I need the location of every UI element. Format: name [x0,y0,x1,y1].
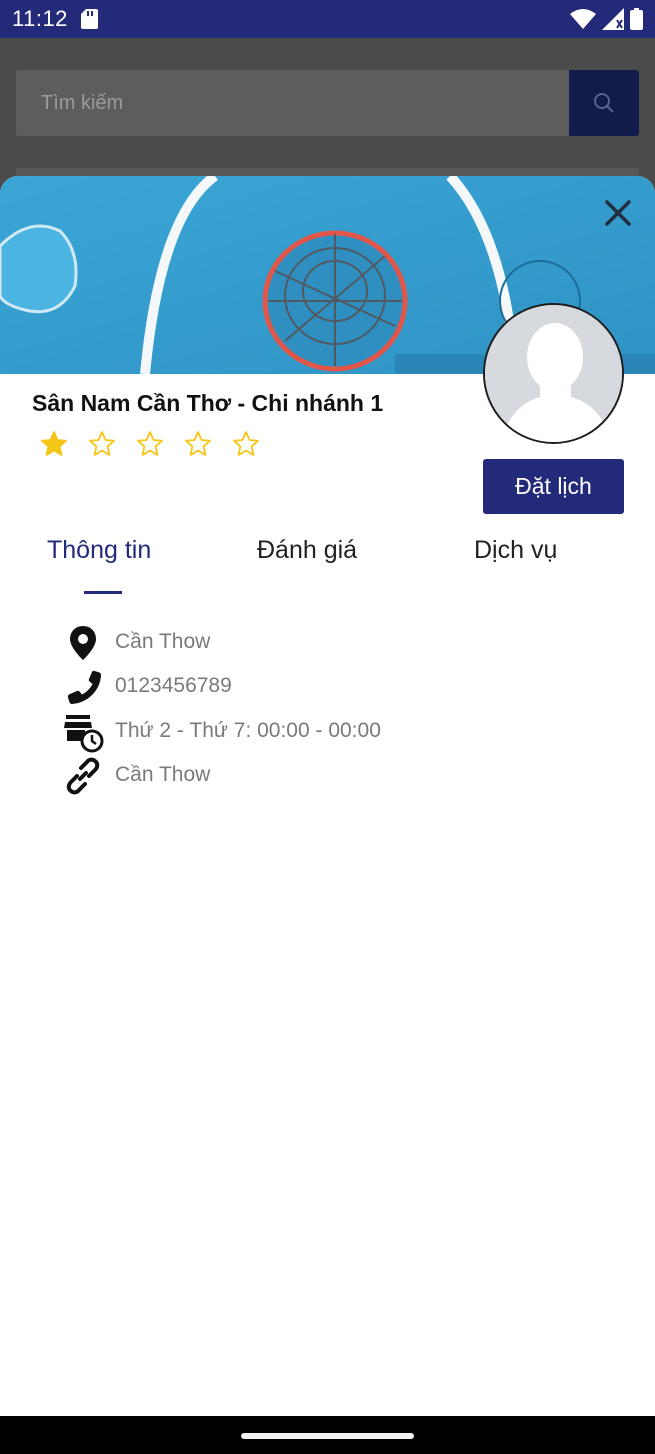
navigation-bar [0,1416,655,1454]
sd-card-icon [81,9,98,29]
tab-reviews[interactable]: Đánh giá [257,536,357,565]
star-empty-icon[interactable] [232,430,260,458]
rating-stars [40,430,260,458]
status-time: 11:12 [12,6,68,31]
active-tab-indicator [84,591,122,594]
search-button[interactable] [569,70,639,136]
info-row-phone: 0123456789 [0,666,655,710]
book-button[interactable]: Đặt lịch [483,459,624,514]
tab-info[interactable]: Thông tin [47,536,151,565]
info-address-text: Cần Thow [115,630,211,653]
wifi-icon [570,9,596,29]
info-row-link: Cần Thow [0,755,655,799]
avatar [483,303,624,444]
battery-icon [630,8,643,30]
star-filled-icon[interactable] [40,430,68,458]
status-icons [570,8,643,30]
tab-bar: Thông tin Đánh giá Dịch vụ [0,536,655,596]
status-bar: 11:12 [0,0,655,38]
star-empty-icon[interactable] [136,430,164,458]
signal-icon [602,8,624,30]
info-phone-text: 0123456789 [115,674,232,697]
home-gesture-handle[interactable] [241,1433,414,1439]
tab-services[interactable]: Dịch vụ [474,536,557,565]
person-placeholder-icon [485,305,622,442]
link-icon[interactable] [62,755,104,797]
location-pin-icon [70,626,96,660]
info-row-hours: Thứ 2 - Thứ 7: 00:00 - 00:00 [0,711,655,755]
star-empty-icon[interactable] [184,430,212,458]
store-hours-icon [64,715,104,753]
close-icon[interactable] [601,196,635,230]
search-icon [594,93,614,113]
venue-name: Sân Nam Cần Thơ - Chi nhánh 1 [32,390,384,416]
search-input[interactable]: Tìm kiếm [16,70,571,136]
info-row-address: Cần Thow [0,622,655,666]
info-hours-text: Thứ 2 - Thứ 7: 00:00 - 00:00 [115,719,381,742]
star-empty-icon[interactable] [88,430,116,458]
search-placeholder: Tìm kiếm [41,92,124,114]
venue-detail-sheet: Sân Nam Cần Thơ - Chi nhánh 1 Đặt lịch T… [0,176,655,1416]
phone-icon [67,670,101,704]
info-link-text[interactable]: Cần Thow [115,763,210,787]
